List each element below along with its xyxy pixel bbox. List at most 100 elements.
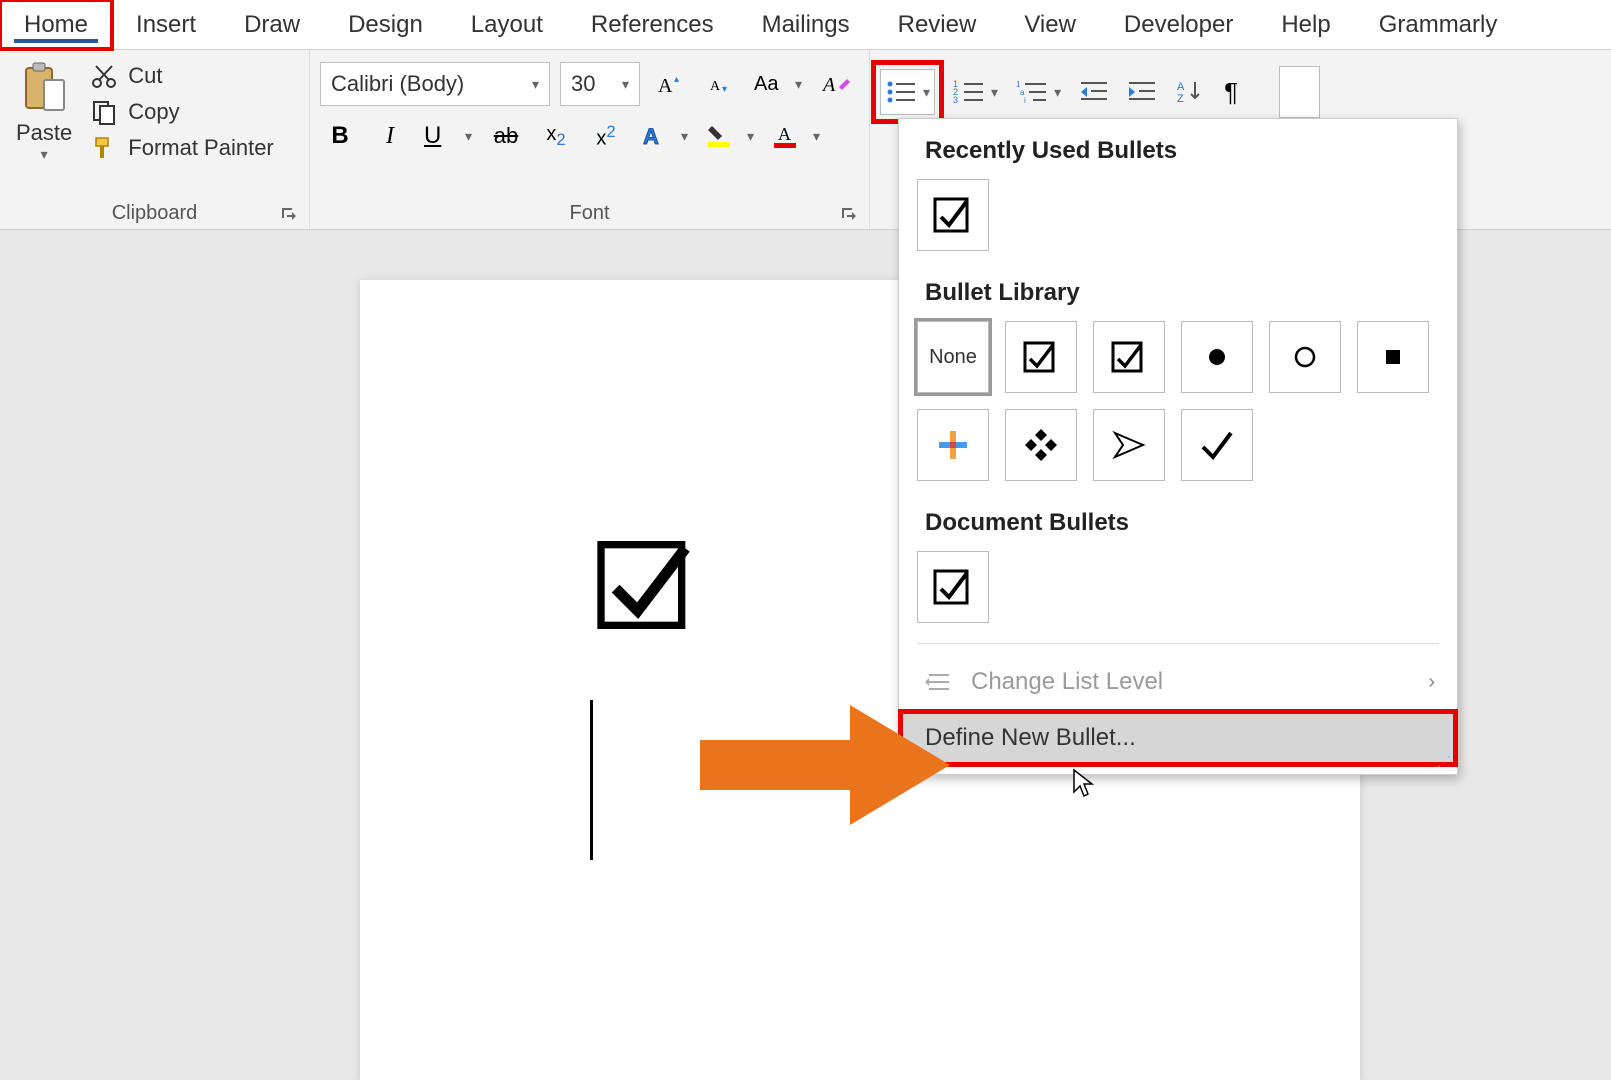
- highlight-icon: [706, 122, 734, 150]
- multilevel-list-icon: 1 a i: [1016, 78, 1050, 106]
- text-effects-button[interactable]: A ▾: [636, 116, 692, 156]
- bullets-dropdown-panel: Recently Used Bullets Bullet Library Non…: [898, 118, 1458, 775]
- svg-text:A: A: [658, 75, 673, 97]
- superscript-button[interactable]: x2: [586, 116, 626, 156]
- paste-button[interactable]: Paste ▾: [10, 56, 78, 198]
- ribbon-tab-bar: Home Insert Draw Design Layout Reference…: [0, 0, 1611, 50]
- svg-text:Z: Z: [1177, 93, 1184, 105]
- bullets-icon: [885, 78, 919, 106]
- copy-button[interactable]: Copy: [90, 98, 274, 126]
- copy-icon: [90, 98, 118, 126]
- change-list-level-label: Change List Level: [971, 668, 1163, 696]
- shrink-font-button[interactable]: A▾: [700, 64, 740, 104]
- annotation-arrow: [700, 700, 960, 830]
- font-dialog-launcher[interactable]: [839, 205, 859, 225]
- bullet-checkbox-2[interactable]: [1093, 321, 1165, 393]
- scissors-icon: [90, 62, 118, 90]
- numbering-button[interactable]: 1 2 3 ▾: [953, 72, 998, 112]
- format-painter-button[interactable]: Format Painter: [90, 134, 274, 162]
- chevron-down-icon: ▾: [532, 76, 539, 93]
- font-size-combo[interactable]: 30 ▾: [560, 62, 640, 106]
- shrink-font-icon: A▾: [706, 70, 734, 98]
- checkbox-bullet-glyph: [590, 530, 700, 640]
- sort-button[interactable]: AZ: [1175, 72, 1203, 112]
- italic-icon: I: [386, 123, 394, 150]
- font-name-value: Calibri (Body): [331, 71, 464, 97]
- tab-layout[interactable]: Layout: [447, 0, 567, 49]
- pilcrow-icon: ¶: [1224, 77, 1238, 108]
- sort-icon: AZ: [1175, 78, 1203, 106]
- mouse-cursor-icon: [1072, 768, 1096, 800]
- chevron-down-icon: ▾: [813, 128, 820, 145]
- tab-view[interactable]: View: [1000, 0, 1100, 49]
- svg-text:▴: ▴: [674, 74, 679, 85]
- document-bullet-checkbox[interactable]: [917, 551, 989, 623]
- bullet-checkbox-1[interactable]: [1005, 321, 1077, 393]
- show-hide-paragraph-button[interactable]: ¶: [1221, 72, 1241, 112]
- bullet-color-star[interactable]: [917, 409, 989, 481]
- change-case-icon: Aa: [754, 73, 778, 96]
- bullet-four-diamond[interactable]: [1005, 409, 1077, 481]
- chevron-down-icon: ▾: [622, 76, 629, 93]
- subscript-button[interactable]: x2: [536, 116, 576, 156]
- chevron-down-icon: ▾: [1054, 84, 1061, 101]
- chevron-down-icon: ▾: [747, 128, 754, 145]
- increase-indent-button[interactable]: [1127, 72, 1157, 112]
- tab-review[interactable]: Review: [874, 0, 1001, 49]
- highlight-button[interactable]: ▾: [702, 116, 758, 156]
- clipboard-group-label: Clipboard: [112, 202, 198, 225]
- chevron-right-icon: ›: [1428, 671, 1435, 694]
- font-color-button[interactable]: A ▾: [768, 116, 824, 156]
- clear-formatting-button[interactable]: A: [816, 64, 856, 104]
- font-name-combo[interactable]: Calibri (Body) ▾: [320, 62, 550, 106]
- resize-grip-icon[interactable]: ⋰: [1437, 753, 1451, 770]
- copy-label: Copy: [128, 99, 179, 125]
- bullet-open-circle[interactable]: [1269, 321, 1341, 393]
- font-color-icon: A: [772, 122, 800, 150]
- tab-draw[interactable]: Draw: [220, 0, 324, 49]
- bullet-filled-circle[interactable]: [1181, 321, 1253, 393]
- bullet-none[interactable]: None: [917, 321, 989, 393]
- paste-icon: [20, 60, 68, 116]
- svg-text:i: i: [1024, 96, 1026, 105]
- tab-references[interactable]: References: [567, 0, 738, 49]
- tab-grammarly[interactable]: Grammarly: [1355, 0, 1522, 49]
- font-group-label: Font: [569, 202, 609, 225]
- underline-button[interactable]: U▾: [420, 116, 476, 156]
- styles-gallery[interactable]: [1279, 66, 1320, 118]
- change-list-level-item: Change List Level ›: [899, 654, 1457, 710]
- tab-insert[interactable]: Insert: [112, 0, 220, 49]
- tab-mailings[interactable]: Mailings: [738, 0, 874, 49]
- bold-button[interactable]: B: [320, 116, 360, 156]
- paintbrush-icon: [90, 134, 118, 162]
- bullets-button[interactable]: ▾: [880, 69, 935, 115]
- document-bullets-heading: Document Bullets: [899, 491, 1457, 547]
- grow-font-button[interactable]: A▴: [650, 64, 690, 104]
- group-clipboard: Paste ▾ Cut: [0, 50, 310, 229]
- svg-text:A: A: [778, 124, 791, 144]
- decrease-indent-button[interactable]: [1079, 72, 1109, 112]
- superscript-icon: x2: [596, 122, 615, 151]
- multilevel-list-button[interactable]: 1 a i ▾: [1016, 72, 1061, 112]
- tab-design[interactable]: Design: [324, 0, 447, 49]
- svg-text:A: A: [710, 79, 721, 94]
- bullet-checkmark[interactable]: [1181, 409, 1253, 481]
- tab-home[interactable]: Home: [0, 0, 112, 49]
- italic-button[interactable]: I: [370, 116, 410, 156]
- tab-help[interactable]: Help: [1257, 0, 1354, 49]
- clipboard-dialog-launcher[interactable]: [279, 205, 299, 225]
- define-new-bullet-item[interactable]: Define New Bullet...: [899, 710, 1457, 766]
- strikethrough-button[interactable]: ab: [486, 116, 526, 156]
- bullet-filled-square[interactable]: [1357, 321, 1429, 393]
- recent-bullet-checkbox[interactable]: [917, 179, 989, 251]
- change-case-button[interactable]: Aa ▾: [750, 64, 806, 104]
- chevron-down-icon: ▾: [465, 128, 472, 145]
- group-font: Calibri (Body) ▾ 30 ▾ A▴ A▾ Aa ▾: [310, 50, 870, 229]
- chevron-down-icon: ▾: [923, 84, 930, 101]
- cut-button[interactable]: Cut: [90, 62, 274, 90]
- tab-developer[interactable]: Developer: [1100, 0, 1257, 49]
- bold-icon: B: [331, 122, 348, 150]
- bullet-arrow[interactable]: [1093, 409, 1165, 481]
- chevron-down-icon: ▾: [41, 146, 48, 163]
- font-size-value: 30: [571, 71, 595, 97]
